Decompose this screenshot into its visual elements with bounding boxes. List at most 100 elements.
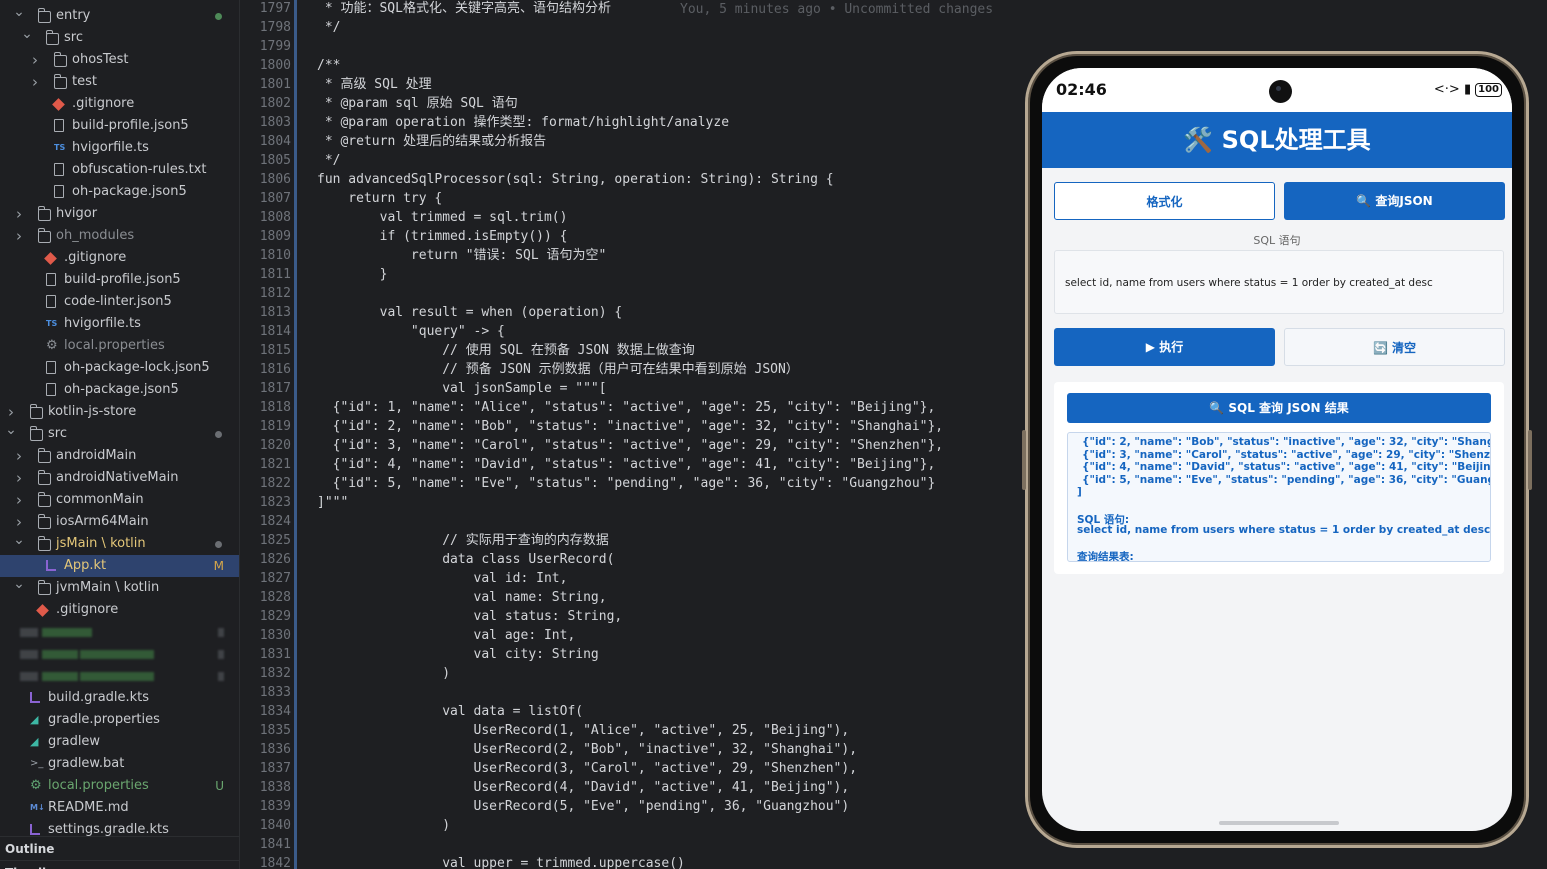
code-line[interactable]: val status: String, [317,607,943,626]
code-line[interactable] [317,284,943,303]
code-line[interactable]: UserRecord(1, "Alice", "active", 25, "Be… [317,721,943,740]
code-lines[interactable]: * 功能：SQL格式化、关键字高亮、语句结构分析 *//** * 高级 SQL … [317,0,943,869]
tree-item[interactable]: ◢ gradle.properties [0,709,239,731]
code-line[interactable]: * @param operation 操作类型: format/highligh… [317,113,943,132]
code-line[interactable]: {"id": 4, "name": "David", "status": "ac… [317,455,943,474]
tree-item[interactable]: oh-package.json5 [0,181,239,203]
code-line[interactable]: ) [317,816,943,835]
tree-item[interactable] [0,643,239,665]
tree-item[interactable]: .gitignore [0,247,239,269]
chevron-right-icon[interactable]: › [12,203,26,225]
code-line[interactable]: val upper = trimmed.uppercase() [317,854,943,869]
home-indicator[interactable] [1219,821,1339,825]
sql-input[interactable]: select id, name from users where status … [1054,250,1504,314]
code-line[interactable]: */ [317,151,943,170]
code-line[interactable]: val name: String, [317,588,943,607]
code-line[interactable]: // 实际用于查询的内存数据 [317,531,943,550]
tree-item[interactable]: ⌄ src [0,422,239,445]
tree-item[interactable]: › androidMain [0,445,239,467]
tree-item[interactable]: › kotlin-js-store [0,401,239,423]
code-line[interactable]: {"id": 2, "name": "Bob", "status": "inac… [317,417,944,436]
tree-item[interactable]: ⚙ local.properties U [0,775,239,797]
tree-item[interactable]: › test [0,71,239,93]
code-line[interactable]: val age: Int, [317,626,943,645]
code-line[interactable]: */ [317,18,943,37]
code-line[interactable]: * @return 处理后的结果或分析报告 [317,132,943,151]
tree-item[interactable]: ⌄ jsMain \ kotlin [0,532,239,555]
code-line[interactable]: val result = when (operation) { [317,303,943,322]
tree-item[interactable]: App.kt M [0,555,239,577]
tree-item[interactable]: › androidNativeMain [0,467,239,489]
timeline-panel-header[interactable]: Timeline [0,860,239,869]
code-line[interactable] [317,512,943,531]
code-line[interactable]: {"id": 1, "name": "Alice", "status": "ac… [317,398,943,417]
code-line[interactable]: val data = listOf( [317,702,943,721]
chevron-right-icon[interactable]: › [28,49,42,71]
format-tab-button[interactable]: 格式化 [1054,182,1275,220]
chevron-right-icon[interactable]: › [12,467,26,489]
result-output[interactable]: {"id": 2, "name": "Bob", "status": "inac… [1067,432,1491,562]
tree-item[interactable]: › oh_modules [0,225,239,247]
tree-item[interactable] [0,621,239,643]
tree-item[interactable]: oh-package.json5 [0,379,239,401]
code-line[interactable]: val id: Int, [317,569,943,588]
tree-item[interactable]: >_ gradlew.bat [0,753,239,775]
code-line[interactable]: * 高级 SQL 处理 [317,75,943,94]
code-line[interactable] [317,37,943,56]
code-line[interactable]: UserRecord(5, "Eve", "pending", 36, "Gua… [317,797,943,816]
chevron-down-icon[interactable]: ⌄ [12,573,26,595]
chevron-right-icon[interactable]: › [12,445,26,467]
outline-panel-header[interactable]: Outline [0,836,239,860]
chevron-down-icon[interactable]: ⌄ [12,1,26,23]
code-line[interactable] [317,683,943,702]
code-line[interactable]: "query" -> { [317,322,943,341]
tree-item[interactable]: code-linter.json5 [0,291,239,313]
tree-item[interactable]: ⌄ src [0,26,239,49]
query-json-tab-button[interactable]: 🔍 查询JSON [1284,182,1505,220]
code-line[interactable] [317,835,943,854]
chevron-right-icon[interactable]: › [28,71,42,93]
code-line[interactable]: val jsonSample = """[ [317,379,943,398]
chevron-down-icon[interactable]: ⌄ [4,419,18,441]
tree-item[interactable]: build.gradle.kts [0,687,239,709]
tree-item[interactable]: TS hvigorfile.ts [0,313,239,335]
tree-item[interactable]: build-profile.json5 [0,115,239,137]
chevron-right-icon[interactable]: › [12,225,26,247]
tree-item[interactable]: ◢ gradlew [0,731,239,753]
tree-item[interactable] [0,665,239,687]
tree-item[interactable]: TS hvigorfile.ts [0,137,239,159]
code-line[interactable]: UserRecord(4, "David", "active", 41, "Be… [317,778,943,797]
tree-item[interactable]: › iosArm64Main [0,511,239,533]
chevron-down-icon[interactable]: ⌄ [20,23,34,45]
code-line[interactable]: /** [317,56,943,75]
code-line[interactable]: if (trimmed.isEmpty()) { [317,227,943,246]
code-line[interactable]: fun advancedSqlProcessor(sql: String, op… [317,170,943,189]
code-line[interactable]: val trimmed = sql.trim() [317,208,943,227]
code-line[interactable]: val city: String [317,645,943,664]
tree-item[interactable]: obfuscation-rules.txt [0,159,239,181]
code-line[interactable]: return try { [317,189,943,208]
tree-item[interactable]: ⚙ local.properties [0,335,239,357]
code-line[interactable]: {"id": 3, "name": "Carol", "status": "ac… [317,436,944,455]
code-line[interactable]: UserRecord(3, "Carol", "active", 29, "Sh… [317,759,943,778]
chevron-down-icon[interactable]: ⌄ [12,529,26,551]
tree-item[interactable]: › ohosTest [0,49,239,71]
tree-item[interactable]: › hvigor [0,203,239,225]
code-line[interactable]: // 预备 JSON 示例数据（用户可在结果中看到原始 JSON） [317,360,943,379]
code-line[interactable]: } [317,265,943,284]
code-line[interactable]: data class UserRecord( [317,550,943,569]
tree-item[interactable]: › commonMain [0,489,239,511]
tree-item[interactable]: ⌄ jvmMain \ kotlin [0,576,239,599]
code-line[interactable]: * @param sql 原始 SQL 语句 [317,94,943,113]
code-line[interactable]: UserRecord(2, "Bob", "inactive", 32, "Sh… [317,740,943,759]
code-line[interactable]: return "错误: SQL 语句为空" [317,246,943,265]
tree-item[interactable]: .gitignore [0,599,239,621]
code-line[interactable]: {"id": 5, "name": "Eve", "status": "pend… [317,474,943,493]
code-line[interactable]: ]""" [317,493,943,512]
code-line[interactable]: // 使用 SQL 在预备 JSON 数据上做查询 [317,341,943,360]
chevron-right-icon[interactable]: › [12,489,26,511]
tree-item[interactable]: oh-package-lock.json5 [0,357,239,379]
execute-button[interactable]: ▶ 执行 [1054,328,1275,366]
tree-item[interactable]: build-profile.json5 [0,269,239,291]
clear-button[interactable]: 🔄 清空 [1284,328,1505,366]
